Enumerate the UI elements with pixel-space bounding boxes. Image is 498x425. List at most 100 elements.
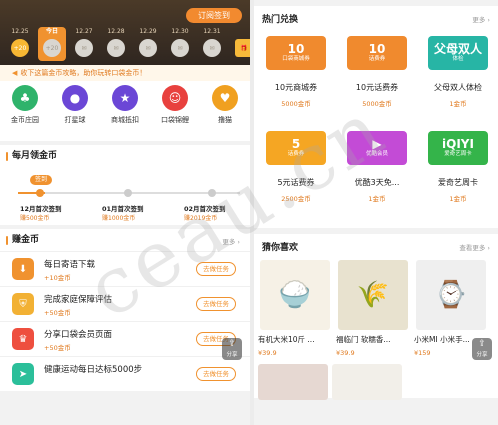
voucher-type: 体检: [452, 56, 464, 62]
coin-icon: +20: [43, 39, 61, 57]
quick-link-4[interactable]: ☺ 口袋锦鲤: [150, 85, 200, 141]
monthly-title: 每月领金币: [0, 145, 250, 167]
coin-icon: ✉: [171, 39, 189, 57]
timeline-dot: [124, 189, 132, 197]
coin-guide-tip[interactable]: ◀ 收下这篇金币攻略，助你玩转口袋金币！: [0, 65, 250, 81]
quick-link-2[interactable]: ● 打星球: [50, 85, 100, 141]
checkin-day[interactable]: 12.30 ✉: [166, 27, 194, 61]
run-icon: ➤: [12, 363, 34, 385]
checkin-day[interactable]: 12.29 ✉: [134, 27, 162, 61]
voucher-card[interactable]: 10 口袋商城券 10元商城券 5000金币: [258, 32, 334, 127]
planet-icon: ●: [62, 85, 88, 111]
do-task-button[interactable]: 去做任务: [196, 262, 236, 276]
voucher-name: 10元商城券: [274, 83, 318, 92]
coin-center-panel: 订阅签到 12.25 +20 今日 +20 12.27 ✉ 12.28 ✉ 12.29 ✉ 12.3…: [0, 0, 250, 425]
share-icon: ⇪: [228, 339, 236, 349]
voucher-type: 话费券: [368, 56, 386, 62]
product-price: ¥39.9: [258, 349, 277, 357]
quick-link-label: 金币庄园: [11, 116, 39, 124]
share-button[interactable]: ⇪ 分享: [222, 338, 242, 360]
voucher-card[interactable]: ▶ 优酷会员 优酷3天免... 1金币: [339, 127, 415, 222]
coin-icon: ✉: [203, 39, 221, 57]
day-date: 12.31: [203, 28, 221, 35]
voucher-name: 爱奇艺周卡: [438, 178, 478, 187]
voucher-card[interactable]: 10 话费券 10元话费券 5000金币: [339, 32, 415, 127]
day-date: 12.28: [107, 28, 125, 35]
product-card[interactable]: 🌾 福临门 软糯香... ¥39.9: [336, 260, 410, 358]
day-date: 今日: [45, 28, 58, 35]
quick-link-label: 商城抵扣: [111, 116, 139, 124]
voucher-card[interactable]: 5 话费券 5元话费券 2500金币: [258, 127, 334, 222]
task-row: ⛨ 完成家庭保障评估 +50金币 去做任务: [0, 286, 250, 321]
voucher-value: iQIYI: [442, 137, 474, 151]
share-button[interactable]: ⇪ 分享: [472, 338, 492, 360]
product-image[interactable]: [258, 364, 328, 400]
rice-bag-icon: 🌾: [338, 260, 408, 330]
product-card[interactable]: 🍚 有机大米10斤 ... ¥39.9: [258, 260, 332, 358]
day-date: 12.25: [11, 28, 29, 35]
voucher-value: ▶: [372, 137, 382, 151]
voucher-price: 5000金币: [362, 100, 392, 108]
timeline-dot: [208, 189, 216, 197]
earn-more-link[interactable]: 更多 ›: [222, 236, 240, 246]
task-reward: +50金币: [44, 309, 71, 317]
quick-link-label: 口袋锦鲤: [161, 116, 189, 124]
voucher-value: 10: [287, 42, 305, 56]
download-icon: ⬇: [12, 258, 34, 280]
day-date: 12.27: [75, 28, 93, 35]
guess-more-link[interactable]: 查看更多 ›: [459, 242, 490, 252]
task-row: ⬇ 每日寄语下载 +10金币 去做任务: [0, 251, 250, 286]
voucher-name: 5元话费券: [277, 178, 315, 187]
quick-link-1[interactable]: ♣ 金币庄园: [0, 85, 50, 141]
checkin-day[interactable]: 12.31 ✉: [198, 27, 226, 61]
coin-icon: ✉: [107, 39, 125, 57]
guess-title: 猜你喜欢: [262, 243, 299, 253]
task-title: 分享口袋会员页面: [44, 330, 113, 340]
hot-exchange-title: 热门兑换: [262, 15, 299, 25]
checkin-day[interactable]: 今日 +20: [38, 27, 66, 61]
voucher-price: 5000金币: [281, 100, 311, 108]
voucher-image: iQIYI 爱奇艺周卡: [428, 131, 488, 165]
task-title: 每日寄语下载: [44, 260, 96, 270]
voucher-card[interactable]: 父母双人 体检 父母双人体检 1金币: [420, 32, 496, 127]
product-name: 有机大米10斤 ...: [258, 335, 315, 344]
voucher-image: 5 话费券: [266, 131, 326, 165]
voucher-name: 父母双人体检: [434, 83, 482, 92]
monthly-coins-card: 每月领金币 签到 12月首次签到 赚500金币 01月首次签到 赚1000金币 …: [0, 145, 250, 225]
tip-text: 收下这篇金币攻略，助你玩转口袋金币！: [20, 69, 147, 77]
do-task-button[interactable]: 去做任务: [196, 297, 236, 311]
quick-link-label: 打星球: [64, 116, 86, 124]
coin-icon: ✉: [139, 39, 157, 57]
voucher-name: 10元话费券: [355, 83, 399, 92]
voucher-price: 2500金币: [281, 195, 311, 203]
checkin-day[interactable]: 🎁: [230, 27, 250, 61]
voucher-card[interactable]: iQIYI 爱奇艺周卡 爱奇艺周卡 1金币: [420, 127, 496, 222]
coin-icon: +20: [11, 39, 29, 57]
day-date: 12.29: [139, 28, 157, 35]
product-list: 🍚 有机大米10斤 ... ¥39.9 🌾 福临门 软糯香... ¥39.9 ⌚ 小米MI 小…: [254, 258, 498, 358]
gift-icon: 🎁: [235, 39, 250, 57]
task-reward: +50金币: [44, 344, 71, 352]
checkin-day[interactable]: 12.28 ✉: [102, 27, 130, 61]
checkin-days: 12.25 +20 今日 +20 12.27 ✉ 12.28 ✉ 12.29 ✉ 12.30 ✉ 12.…: [6, 27, 250, 61]
quick-links: ♣ 金币庄园 ● 打星球 ★ 商城抵扣 ☺ 口袋锦鲤 ♥ 撸猫: [0, 81, 250, 141]
shield-icon: ⛨: [12, 293, 34, 315]
voucher-type: 爱奇艺周卡: [444, 151, 472, 157]
task-reward: +10金币: [44, 274, 71, 282]
product-image[interactable]: [332, 364, 402, 400]
timeline-dot: [36, 189, 44, 197]
hot-more-link[interactable]: 更多 ›: [472, 14, 490, 24]
day-date: 12.30: [171, 28, 189, 35]
quick-link-5[interactable]: ♥ 撸猫: [200, 85, 250, 141]
crown-icon: ♛: [12, 328, 34, 350]
do-task-button[interactable]: 去做任务: [196, 367, 236, 381]
voucher-value: 父母双人: [433, 42, 482, 56]
product-name: 福临门 软糯香...: [336, 335, 391, 344]
voucher-image: 父母双人 体检: [428, 36, 488, 70]
voucher-grid: 10 口袋商城券 10元商城券 5000金币 10 话费券 10元话费券 5000金币 父母双人…: [254, 30, 498, 228]
quick-link-3[interactable]: ★ 商城抵扣: [100, 85, 150, 141]
subscribe-checkin-button[interactable]: 订阅签到: [186, 8, 242, 23]
coin-icon: ✉: [75, 39, 93, 57]
checkin-day[interactable]: 12.25 +20: [6, 27, 34, 61]
checkin-day[interactable]: 12.27 ✉: [70, 27, 98, 61]
